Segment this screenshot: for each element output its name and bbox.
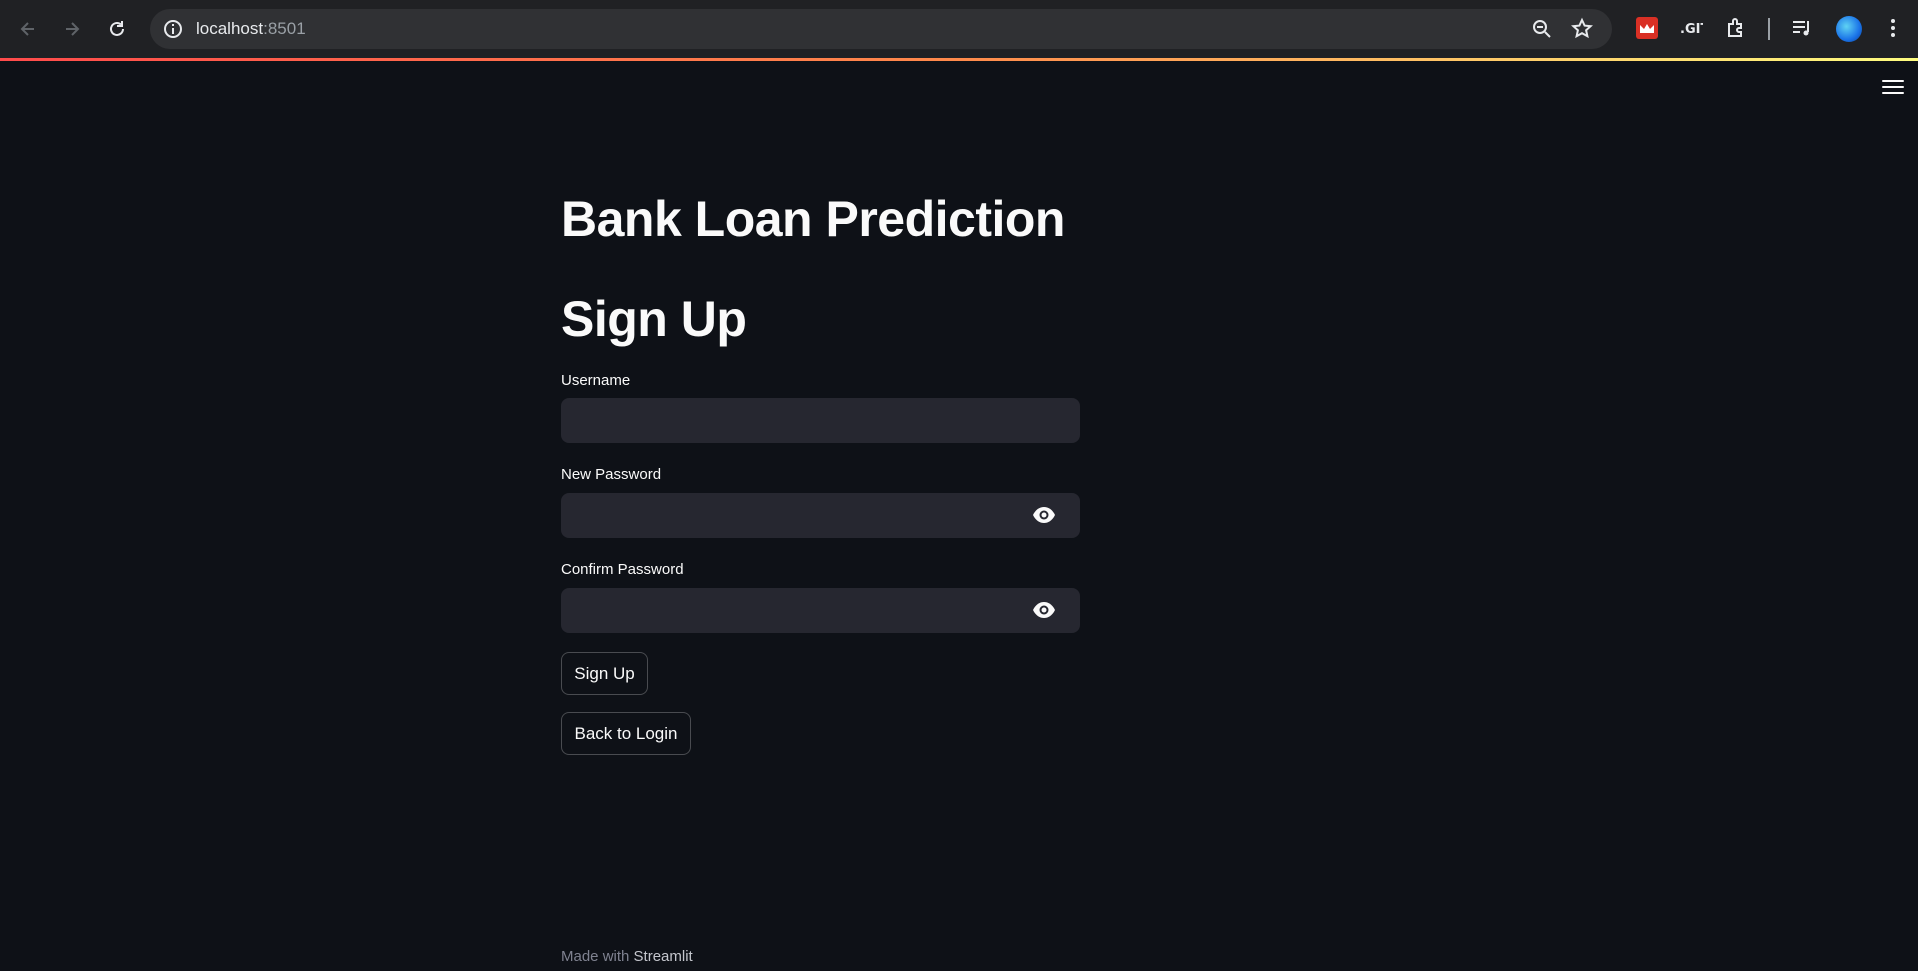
new-password-input[interactable]	[561, 493, 1080, 538]
streamlit-link[interactable]: Streamlit	[634, 948, 693, 965]
profile-avatar[interactable]	[1836, 16, 1862, 42]
star-icon[interactable]	[1570, 17, 1594, 41]
new-password-label: New Password	[561, 466, 662, 483]
back-arrow-icon[interactable]	[12, 13, 44, 45]
info-icon[interactable]	[162, 18, 184, 40]
footer: Made with Streamlit	[561, 948, 693, 965]
url-text: localhost:8501	[196, 19, 306, 38]
more-icon[interactable]	[1879, 14, 1907, 42]
forward-arrow-icon[interactable]	[56, 13, 88, 45]
signup-button[interactable]: Sign Up	[561, 652, 648, 695]
extension-icon[interactable]	[1722, 14, 1750, 42]
menu-icon[interactable]	[1882, 80, 1904, 98]
confirm-password-input[interactable]	[561, 588, 1080, 633]
username-input[interactable]	[561, 398, 1080, 443]
extension-dot-icon[interactable]: .GIT	[1677, 14, 1705, 42]
username-label: Username	[561, 372, 631, 389]
media-icon[interactable]	[1788, 14, 1816, 42]
loading-decoration-bar	[0, 58, 1918, 61]
zoom-out-icon[interactable]	[1530, 17, 1554, 41]
browser-toolbar: localhost:8501 .GIT	[0, 0, 1918, 58]
page-subtitle: Sign Up	[561, 291, 747, 347]
footer-prefix: Made with	[561, 948, 634, 965]
svg-text:.GIT: .GIT	[1680, 22, 1703, 37]
page-title: Bank Loan Prediction	[561, 191, 1065, 247]
toolbar-separator	[1768, 18, 1770, 40]
confirm-password-label: Confirm Password	[561, 561, 684, 578]
eye-icon[interactable]	[1032, 505, 1056, 525]
reload-icon[interactable]	[101, 13, 133, 45]
address-bar[interactable]: localhost:8501	[150, 9, 1612, 49]
back-to-login-button[interactable]: Back to Login	[561, 712, 691, 755]
extension-red-icon[interactable]	[1636, 17, 1658, 39]
eye-icon[interactable]	[1032, 600, 1056, 620]
